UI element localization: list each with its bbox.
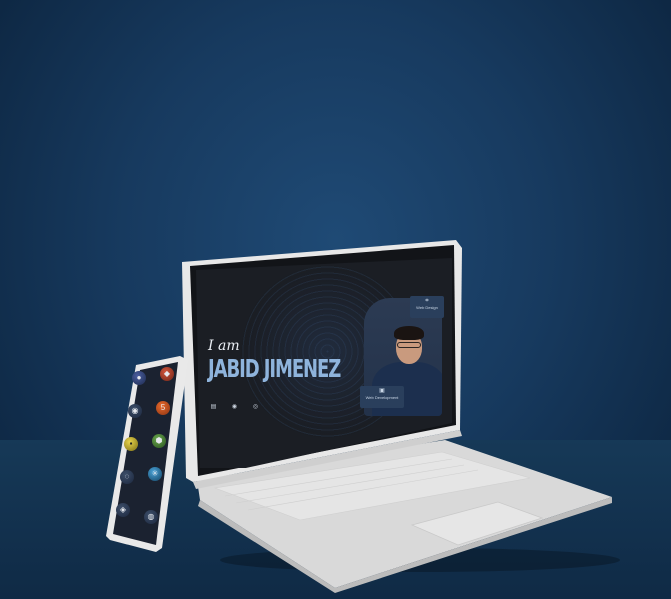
- hero-name: JABID JIMENEZ: [208, 354, 341, 383]
- skill-badge-web-design: ⌗ Web Design: [410, 296, 444, 318]
- code-icon: ▣: [379, 388, 385, 394]
- node-app-icon[interactable]: ⬢: [152, 434, 166, 448]
- resume-icon[interactable]: ▤: [210, 404, 217, 411]
- js-app-icon[interactable]: ▪: [124, 437, 138, 451]
- person-glasses: [397, 342, 421, 348]
- app-icon-10[interactable]: ◍: [144, 510, 158, 524]
- app-icon-7[interactable]: ◌: [120, 470, 134, 484]
- whatsapp-icon[interactable]: ◎: [252, 404, 259, 411]
- github-icon[interactable]: ◉: [231, 404, 238, 411]
- social-links: ▤ ◉ ◎: [210, 404, 259, 411]
- app-icon-1[interactable]: ●: [132, 371, 146, 385]
- design-icon: ⌗: [425, 298, 429, 304]
- skill-badge-web-development: ▣ Web Development: [360, 386, 404, 408]
- skill-label-bottom: Web Development: [365, 395, 399, 400]
- hero-intro: I am: [208, 338, 240, 354]
- react-app-icon[interactable]: ✳: [148, 467, 162, 481]
- app-icon-2[interactable]: ◆: [160, 367, 174, 381]
- skill-label-top: Web Design: [416, 305, 438, 310]
- person-hair: [394, 326, 424, 340]
- github-app-icon[interactable]: ◉: [128, 404, 142, 418]
- app-icon-9[interactable]: ◈: [116, 503, 130, 517]
- html5-app-icon[interactable]: 5: [156, 401, 170, 415]
